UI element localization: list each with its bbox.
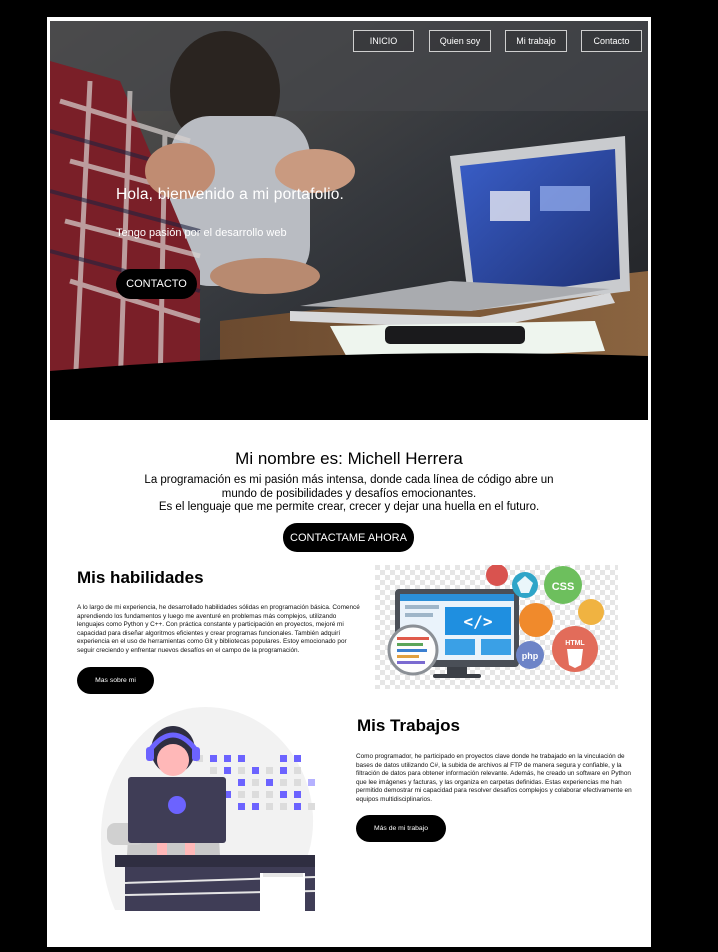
hero-subtitle: Tengo pasión por el desarrollo web bbox=[116, 227, 287, 239]
intro-text: La programación es mi pasión más intensa… bbox=[127, 474, 571, 515]
contact-now-button[interactable]: CONTACTAME AHORA bbox=[283, 523, 414, 552]
intro-text-line: Es el lenguaje que me permite crear, cre… bbox=[158, 501, 540, 513]
nav-contacto[interactable]: Contacto bbox=[581, 30, 642, 52]
skills-title: Mis habilidades bbox=[77, 568, 204, 587]
nav-quien-soy[interactable]: Quien soy bbox=[429, 30, 491, 52]
intro-text-line: mundo de posibilidades y desafíos emocio… bbox=[221, 487, 477, 500]
hero-title: Hola, bienvenido a mi portafolio. bbox=[116, 186, 345, 203]
intro-title: Mi nombre es: Michell Herrera bbox=[235, 449, 463, 468]
works-text: Como programador, he participado en proy… bbox=[356, 753, 632, 803]
more-about-me-button[interactable]: Mas sobre mi bbox=[77, 667, 154, 694]
more-of-my-work-button[interactable]: Más de mi trabajo bbox=[356, 815, 446, 842]
hero-section: INICIO Quien soy Mi trabajo Contacto Hol… bbox=[50, 21, 648, 420]
intro-text-line: La programación es mi pasión más intensa… bbox=[144, 474, 554, 486]
hero-photo bbox=[50, 21, 648, 420]
skills-text: A lo largo de mi experiencia, he desarro… bbox=[77, 604, 360, 654]
hero-contact-button[interactable]: CONTACTO bbox=[116, 269, 197, 299]
portfolio-page: INICIO Quien soy Mi trabajo Contacto Hol… bbox=[47, 17, 651, 947]
top-nav: INICIO Quien soy Mi trabajo Contacto bbox=[50, 30, 648, 56]
web-development-illustration: </> CSS HTML php bbox=[375, 565, 618, 689]
html5-icon: HTML bbox=[565, 640, 585, 647]
css3-icon: CSS bbox=[552, 581, 575, 593]
code-tag-icon: </> bbox=[464, 612, 493, 631]
nav-mi-trabajo[interactable]: Mi trabajo bbox=[505, 30, 567, 52]
developer-illustration bbox=[100, 707, 315, 911]
php-icon: php bbox=[522, 651, 539, 661]
nav-inicio[interactable]: INICIO bbox=[353, 30, 414, 52]
works-title: Mis Trabajos bbox=[357, 716, 460, 735]
